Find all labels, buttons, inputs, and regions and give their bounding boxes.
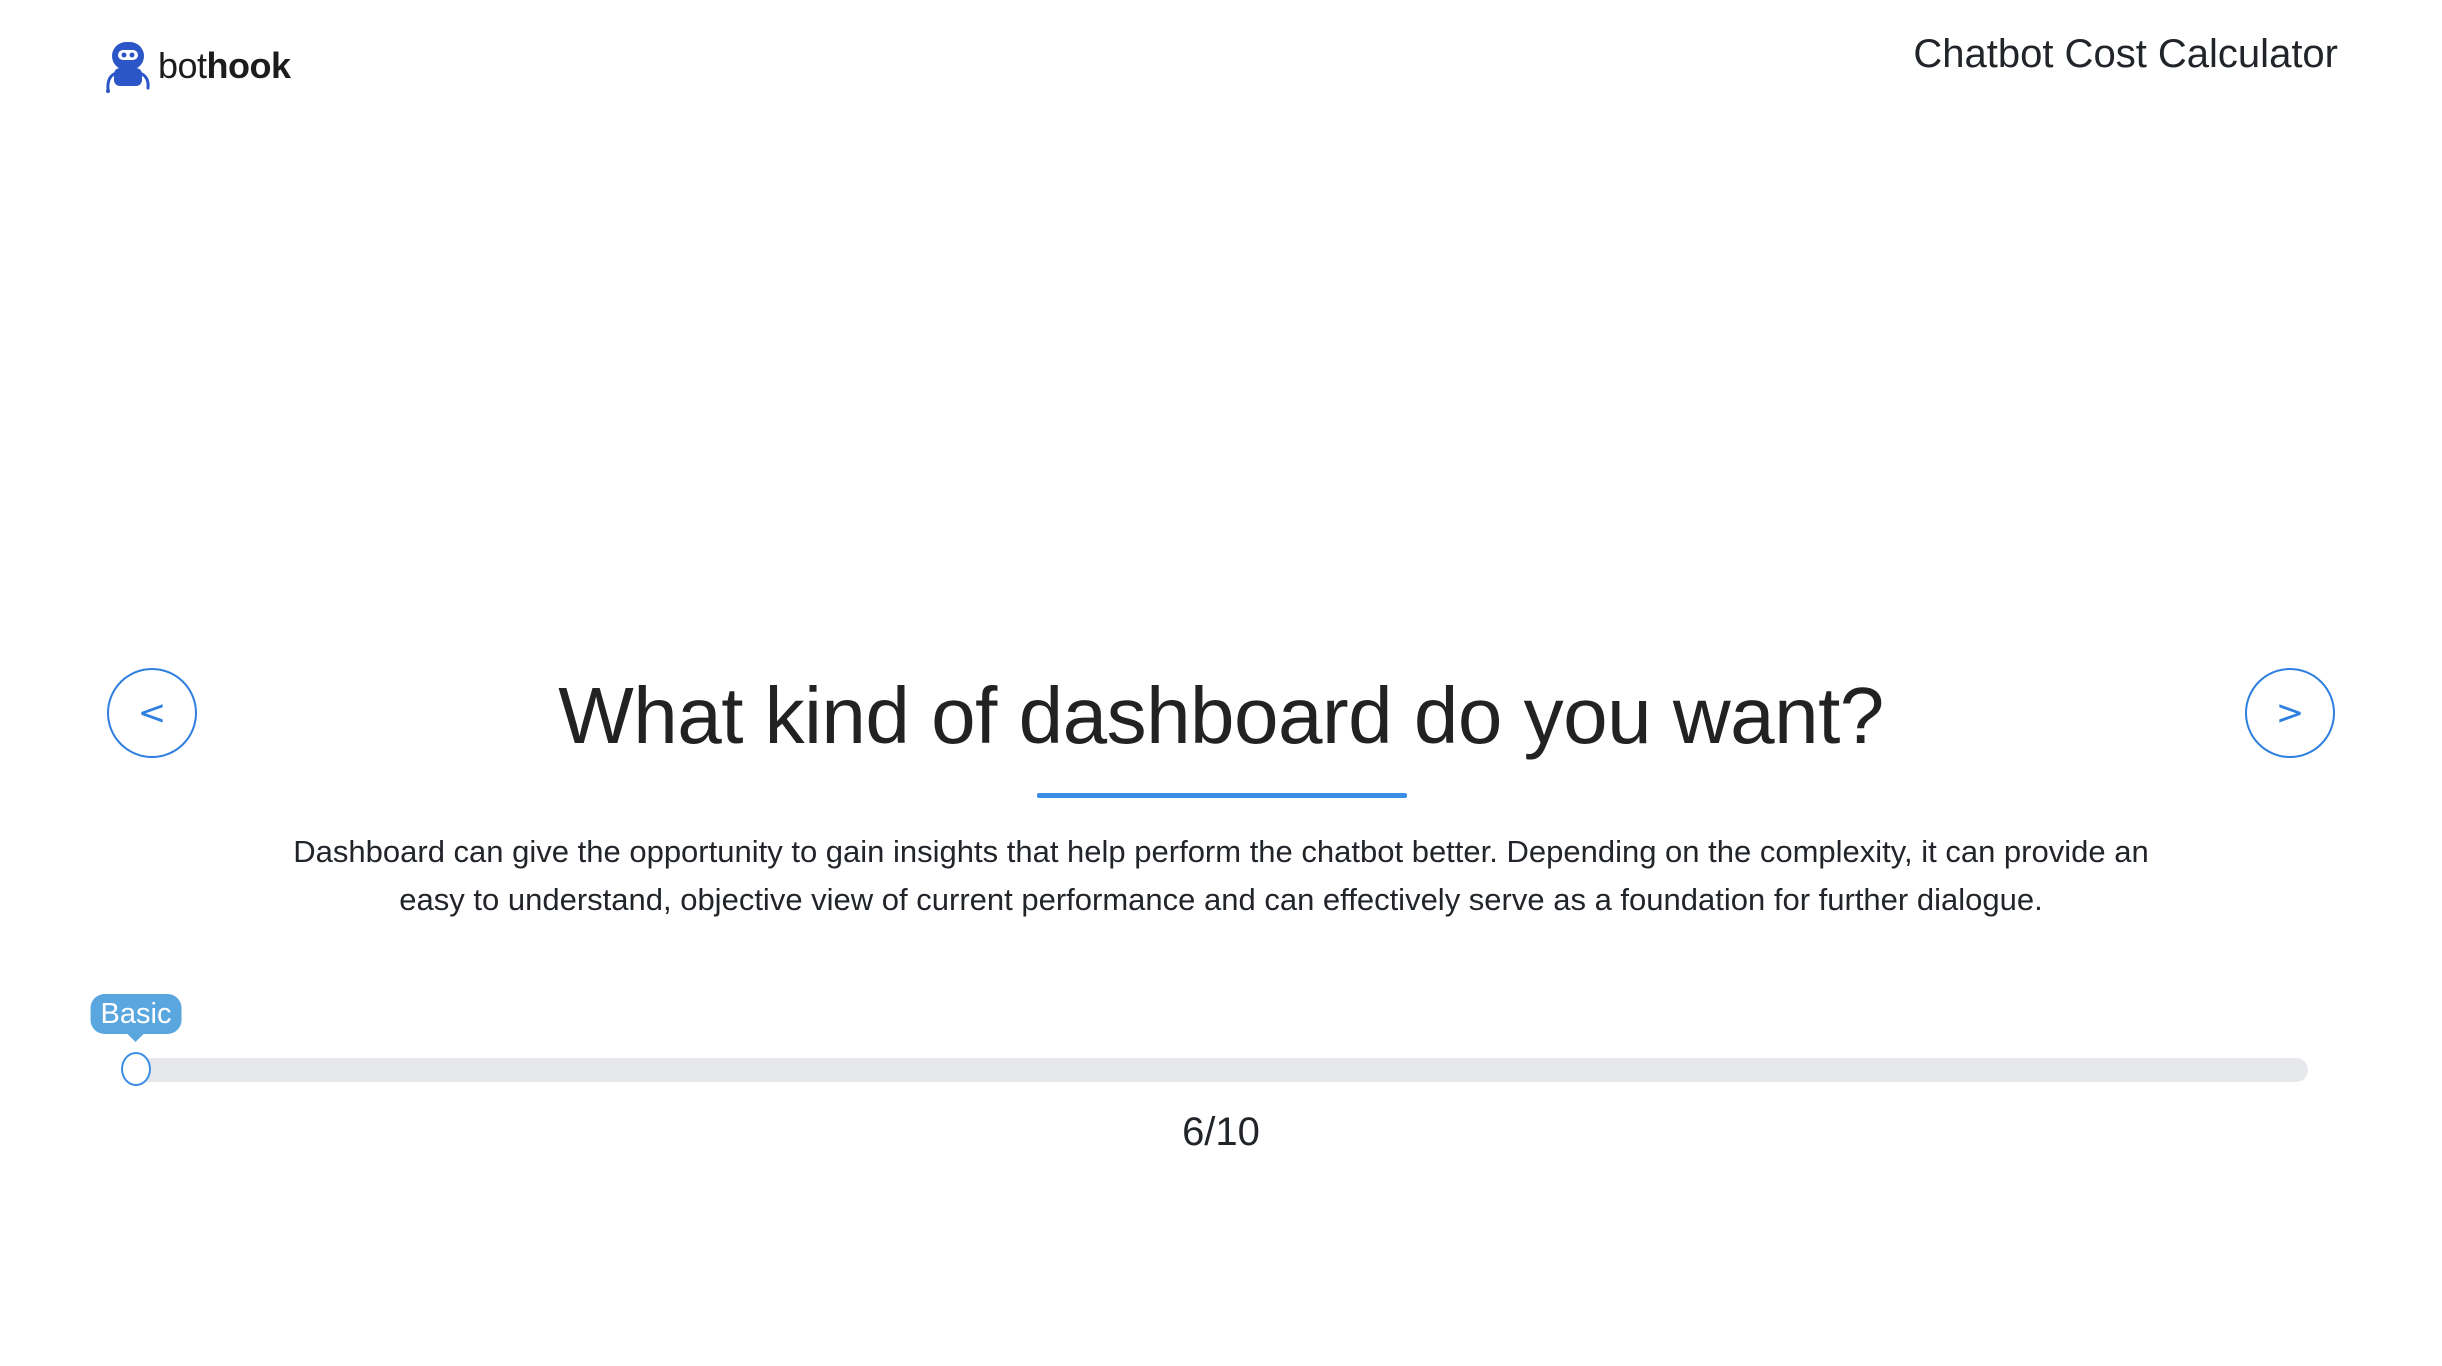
logo-text: bothook [158,45,291,86]
title-underline [1037,793,1407,798]
app-title: Chatbot Cost Calculator [1913,32,2338,76]
next-question-button[interactable]: > [2245,668,2335,758]
chevron-right-icon: > [2275,693,2305,733]
dashboard-level-slider[interactable]: Basic [90,994,2308,1086]
slider-track[interactable] [136,1058,2308,1082]
question-description: Dashboard can give the opportunity to ga… [293,834,2149,917]
question-progress: 6/10 [1182,1110,1260,1154]
bothook-logo[interactable]: bothook [104,36,291,96]
slider-value-tooltip: Basic [90,994,182,1034]
question-title: What kind of dashboard do you want? [558,671,1884,760]
robot-logo-icon [106,42,150,93]
slider-handle[interactable] [121,1052,151,1086]
page: bothook Chatbot Cost Calculator < What k… [0,0,2442,1366]
